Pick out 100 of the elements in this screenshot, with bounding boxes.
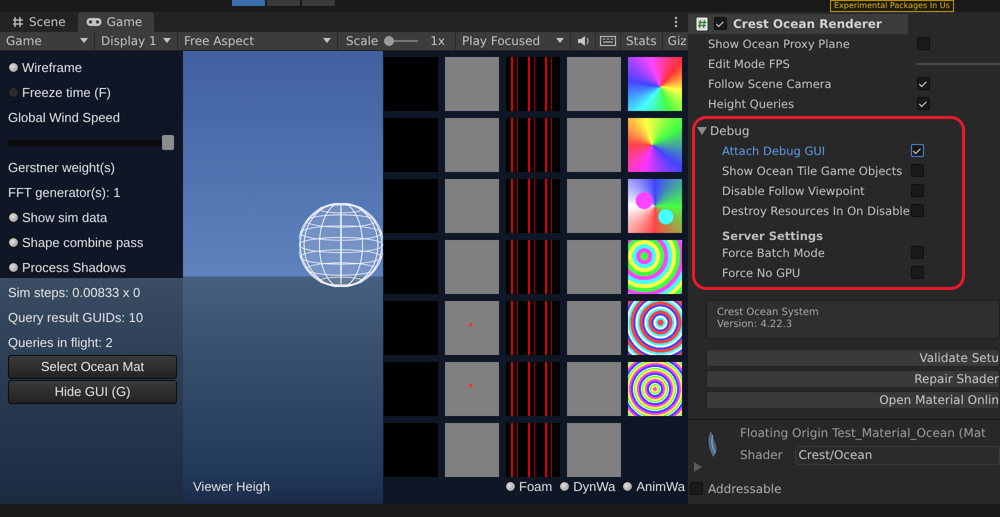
- texture-tile: [567, 56, 621, 111]
- texture-tile: [384, 56, 438, 111]
- field-label: Follow Scene Camera: [708, 76, 832, 91]
- texture-tile: [628, 240, 682, 294]
- gamepad-icon: [86, 16, 102, 28]
- checkbox[interactable]: [911, 204, 924, 218]
- action-button[interactable]: Validate Setu: [706, 348, 1000, 367]
- checkbox[interactable]: [911, 164, 924, 178]
- shader-dropdown[interactable]: Crest/Ocean: [794, 446, 1000, 465]
- texture-tile: [506, 422, 560, 477]
- texture-tile: [567, 422, 621, 477]
- gui-button[interactable]: Hide GUI (G): [8, 380, 177, 404]
- info-text: Queries in flight: 2: [8, 334, 114, 352]
- slider-thumb[interactable]: [162, 134, 174, 150]
- texture-tile: [445, 362, 499, 416]
- toggle-label: Foam: [519, 478, 552, 494]
- info-text: Sim steps: 0.00833 x 0: [8, 284, 142, 302]
- texture-tile: [506, 240, 560, 294]
- field-label: Force Batch Mode: [722, 246, 825, 260]
- field-label: Edit Mode FPS: [708, 56, 790, 71]
- toggle[interactable]: DynWa: [559, 478, 616, 494]
- toggle[interactable]: Shape combine pass: [8, 230, 177, 255]
- wind-speed-slider[interactable]: [8, 134, 174, 150]
- field-label: Destroy Resources In On Disable: [722, 204, 910, 218]
- toggle-indicator[interactable]: [8, 62, 19, 73]
- section-heading: Server Settings: [722, 228, 824, 243]
- gui-button[interactable]: Select Ocean Mat: [8, 354, 177, 379]
- toggle[interactable]: Process Shadows: [8, 254, 177, 280]
- checkbox[interactable]: [917, 77, 930, 90]
- slider-thumb[interactable]: [384, 36, 394, 46]
- toggle-label: Wireframe: [22, 60, 82, 75]
- field-label: Show Ocean Tile Game Objects: [722, 164, 902, 178]
- texture-tile: [445, 240, 499, 294]
- texture-tile: [506, 118, 560, 172]
- info-text: Version: 4.22.3: [717, 318, 794, 331]
- texture-tile: [445, 178, 499, 233]
- texture-tile: [506, 362, 560, 416]
- field-label: Disable Follow Viewpoint: [722, 184, 865, 198]
- checkbox[interactable]: [690, 482, 703, 496]
- warning-notice[interactable]: Experimental Packages In Us: [830, 0, 954, 12]
- component-title: Crest Ocean Renderer: [733, 16, 882, 31]
- toggle[interactable]: Wireframe: [8, 54, 177, 80]
- texture-tile: [506, 178, 560, 233]
- field-label: Force No GPU: [722, 266, 800, 280]
- checkbox-label: Addressable: [708, 482, 782, 496]
- speaker-icon[interactable]: [577, 34, 589, 47]
- field-label: Height Queries: [708, 96, 794, 111]
- script-icon: [696, 16, 708, 31]
- toggle-label: AnimWa: [636, 478, 686, 494]
- texture-tile: [445, 56, 499, 111]
- checkbox[interactable]: [917, 37, 930, 50]
- game-tab[interactable]: Game: [78, 12, 154, 32]
- caret-icon: [163, 38, 171, 44]
- caret-icon: [556, 38, 564, 44]
- texture-tile: [628, 56, 682, 111]
- scale-label: Scale: [346, 34, 378, 48]
- checkbox[interactable]: [714, 17, 727, 30]
- more-options-icon[interactable]: [674, 16, 678, 28]
- action-button[interactable]: Open Material Onlin: [706, 390, 1000, 409]
- overlay-label: Viewer Heigh: [193, 478, 272, 494]
- scale-value: 1x: [430, 34, 446, 48]
- texture-tile: [445, 118, 499, 172]
- toggle-label: Shape combine pass: [22, 234, 144, 250]
- texture-tile: [384, 240, 438, 294]
- toggle[interactable]: Freeze time (F): [8, 80, 177, 105]
- texture-tile: [384, 362, 438, 416]
- toggle-indicator[interactable]: [8, 212, 19, 223]
- checkbox[interactable]: [911, 184, 924, 198]
- info-text: Query result GUIDs: 10: [8, 308, 144, 327]
- checkbox[interactable]: [911, 144, 924, 158]
- toggle-indicator[interactable]: [8, 86, 19, 98]
- toggle-indicator[interactable]: [8, 262, 19, 273]
- toggle-indicator[interactable]: [8, 236, 19, 248]
- grid-icon: [12, 16, 24, 28]
- keyboard-icon[interactable]: [600, 34, 616, 47]
- toggle-indicator[interactable]: [505, 480, 516, 492]
- field-label: Show Ocean Proxy Plane: [708, 36, 850, 51]
- checkbox[interactable]: [917, 97, 930, 110]
- scene-tab[interactable]: Scene: [4, 12, 78, 32]
- toggle[interactable]: Foam: [505, 478, 552, 494]
- toggle-label: DynWa: [573, 478, 616, 494]
- toggle[interactable]: Show sim data: [8, 204, 177, 230]
- checkbox[interactable]: [911, 246, 924, 260]
- shader-label: Shader: [740, 448, 783, 462]
- toggle-indicator[interactable]: [559, 480, 570, 492]
- toggle-label: Process Shadows: [22, 260, 126, 275]
- texture-tile: [384, 300, 438, 355]
- action-button[interactable]: Repair Shader: [706, 370, 1000, 388]
- caret-icon: [323, 38, 331, 44]
- toggle-indicator[interactable]: [622, 480, 634, 492]
- slider-track[interactable]: [916, 62, 1000, 65]
- scale-slider[interactable]: [384, 36, 418, 46]
- checkbox[interactable]: [911, 266, 924, 280]
- debug-foldout[interactable]: Debug: [695, 120, 962, 141]
- texture-tile: [567, 362, 621, 416]
- texture-tile: [628, 178, 682, 233]
- toggle[interactable]: AnimWa: [622, 478, 686, 494]
- caret-icon: [80, 38, 88, 44]
- texture-tile: [384, 422, 438, 477]
- texture-tile: [628, 118, 682, 172]
